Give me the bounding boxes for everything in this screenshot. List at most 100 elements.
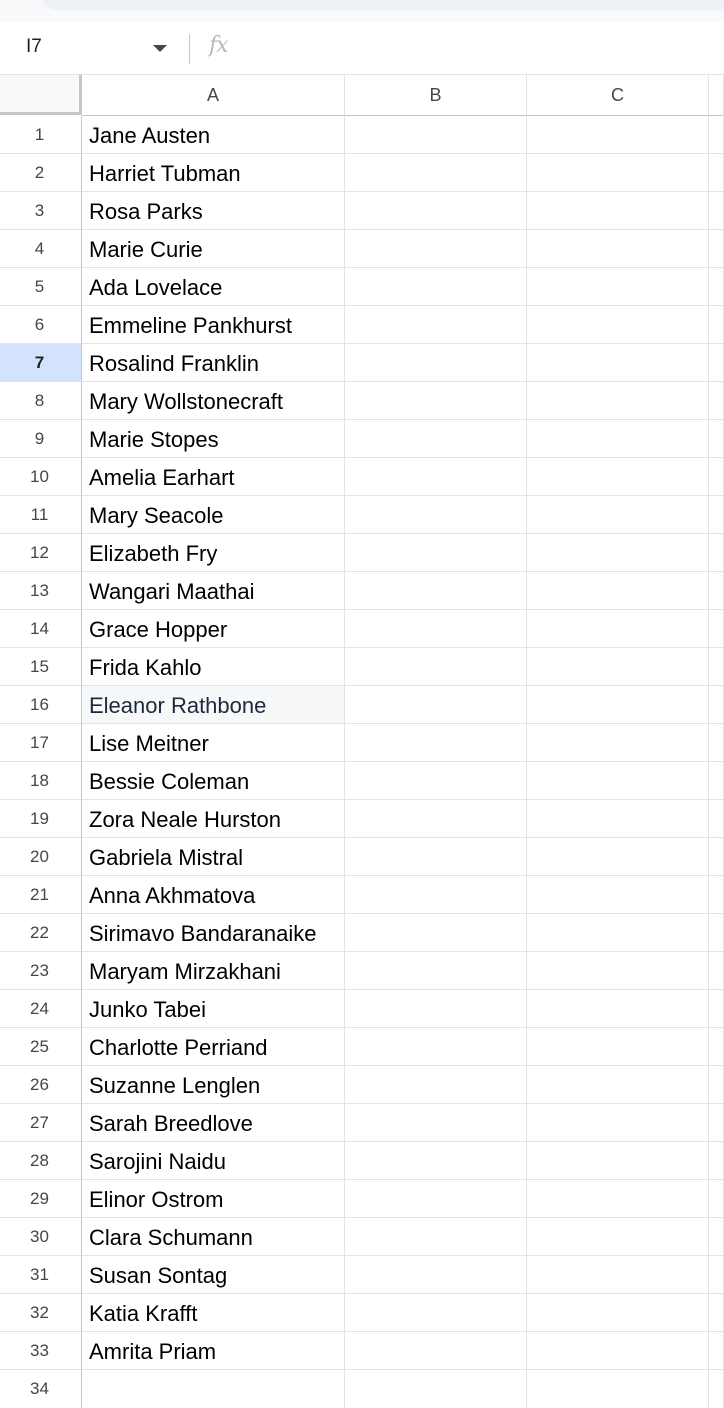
cell-a[interactable]: Emmeline Pankhurst	[82, 306, 345, 344]
row-header[interactable]: 2	[0, 154, 82, 192]
row-header[interactable]: 33	[0, 1332, 82, 1370]
cell-b[interactable]	[345, 876, 527, 914]
cell-b[interactable]	[345, 1332, 527, 1370]
row-header[interactable]: 23	[0, 952, 82, 990]
cell-a[interactable]: Gabriela Mistral	[82, 838, 345, 876]
cell-a[interactable]: Eleanor Rathbone	[82, 686, 345, 724]
row-header[interactable]: 3	[0, 192, 82, 230]
cell-b[interactable]	[345, 838, 527, 876]
cell-c[interactable]	[527, 306, 709, 344]
cell-b[interactable]	[345, 230, 527, 268]
cell-b[interactable]	[345, 154, 527, 192]
cell-d[interactable]	[709, 306, 724, 344]
cell-d[interactable]	[709, 1180, 724, 1218]
cell-d[interactable]	[709, 1104, 724, 1142]
cell-b[interactable]	[345, 1028, 527, 1066]
name-box-dropdown-icon[interactable]	[153, 45, 167, 52]
cell-b[interactable]	[345, 1180, 527, 1218]
cell-a[interactable]: Maryam Mirzakhani	[82, 952, 345, 990]
row-header[interactable]: 28	[0, 1142, 82, 1180]
cell-a[interactable]: Mary Seacole	[82, 496, 345, 534]
cell-a[interactable]: Harriet Tubman	[82, 154, 345, 192]
cell-d[interactable]	[709, 914, 724, 952]
cell-b[interactable]	[345, 1370, 527, 1408]
cell-a[interactable]: Sarah Breedlove	[82, 1104, 345, 1142]
row-header[interactable]: 30	[0, 1218, 82, 1256]
cell-a[interactable]: Marie Stopes	[82, 420, 345, 458]
cell-b[interactable]	[345, 344, 527, 382]
cell-b[interactable]	[345, 1142, 527, 1180]
cell-c[interactable]	[527, 1104, 709, 1142]
cell-d[interactable]	[709, 496, 724, 534]
name-box[interactable]: I7	[0, 22, 182, 74]
row-header[interactable]: 14	[0, 610, 82, 648]
row-header[interactable]: 6	[0, 306, 82, 344]
cell-b[interactable]	[345, 534, 527, 572]
row-header[interactable]: 4	[0, 230, 82, 268]
cell-a[interactable]: Jane Austen	[82, 116, 345, 154]
cell-a[interactable]: Elizabeth Fry	[82, 534, 345, 572]
cell-a[interactable]: Junko Tabei	[82, 990, 345, 1028]
cell-b[interactable]	[345, 1256, 527, 1294]
cell-a[interactable]: Rosalind Franklin	[82, 344, 345, 382]
cell-a[interactable]: Wangari Maathai	[82, 572, 345, 610]
cell-b[interactable]	[345, 800, 527, 838]
cell-d[interactable]	[709, 1066, 724, 1104]
row-header[interactable]: 22	[0, 914, 82, 952]
cell-a[interactable]: Zora Neale Hurston	[82, 800, 345, 838]
cell-b[interactable]	[345, 496, 527, 534]
cell-b[interactable]	[345, 1104, 527, 1142]
cell-d[interactable]	[709, 952, 724, 990]
row-header[interactable]: 24	[0, 990, 82, 1028]
cell-b[interactable]	[345, 306, 527, 344]
cell-c[interactable]	[527, 458, 709, 496]
cell-c[interactable]	[527, 268, 709, 306]
cell-a[interactable]: Amrita Priam	[82, 1332, 345, 1370]
cell-b[interactable]	[345, 572, 527, 610]
cell-a[interactable]: Grace Hopper	[82, 610, 345, 648]
cell-d[interactable]	[709, 154, 724, 192]
cell-c[interactable]	[527, 1294, 709, 1332]
cell-d[interactable]	[709, 1028, 724, 1066]
column-header-d[interactable]	[709, 75, 724, 116]
row-header[interactable]: 18	[0, 762, 82, 800]
cell-a[interactable]: Anna Akhmatova	[82, 876, 345, 914]
cell-a[interactable]: Ada Lovelace	[82, 268, 345, 306]
cell-a[interactable]: Sirimavo Bandaranaike	[82, 914, 345, 952]
row-header[interactable]: 13	[0, 572, 82, 610]
row-header[interactable]: 11	[0, 496, 82, 534]
row-header[interactable]: 12	[0, 534, 82, 572]
cell-c[interactable]	[527, 686, 709, 724]
cell-b[interactable]	[345, 382, 527, 420]
cell-d[interactable]	[709, 230, 724, 268]
cell-a[interactable]: Marie Curie	[82, 230, 345, 268]
cell-c[interactable]	[527, 610, 709, 648]
cell-d[interactable]	[709, 1142, 724, 1180]
column-header-b[interactable]: B	[345, 75, 527, 116]
row-header[interactable]: 29	[0, 1180, 82, 1218]
cell-c[interactable]	[527, 1142, 709, 1180]
cell-d[interactable]	[709, 800, 724, 838]
cell-c[interactable]	[527, 572, 709, 610]
cell-c[interactable]	[527, 154, 709, 192]
cell-b[interactable]	[345, 648, 527, 686]
cell-c[interactable]	[527, 724, 709, 762]
cell-d[interactable]	[709, 1370, 724, 1408]
row-header[interactable]: 26	[0, 1066, 82, 1104]
cell-a[interactable]: Suzanne Lenglen	[82, 1066, 345, 1104]
cell-b[interactable]	[345, 116, 527, 154]
column-header-c[interactable]: C	[527, 75, 709, 116]
cell-c[interactable]	[527, 230, 709, 268]
row-header[interactable]: 27	[0, 1104, 82, 1142]
row-header[interactable]: 32	[0, 1294, 82, 1332]
cell-c[interactable]	[527, 1028, 709, 1066]
row-header[interactable]: 20	[0, 838, 82, 876]
row-header[interactable]: 5	[0, 268, 82, 306]
cell-a[interactable]: Clara Schumann	[82, 1218, 345, 1256]
cell-b[interactable]	[345, 610, 527, 648]
cell-c[interactable]	[527, 952, 709, 990]
cell-a[interactable]: Lise Meitner	[82, 724, 345, 762]
cell-b[interactable]	[345, 1066, 527, 1104]
row-header[interactable]: 15	[0, 648, 82, 686]
row-header[interactable]: 34	[0, 1370, 82, 1408]
